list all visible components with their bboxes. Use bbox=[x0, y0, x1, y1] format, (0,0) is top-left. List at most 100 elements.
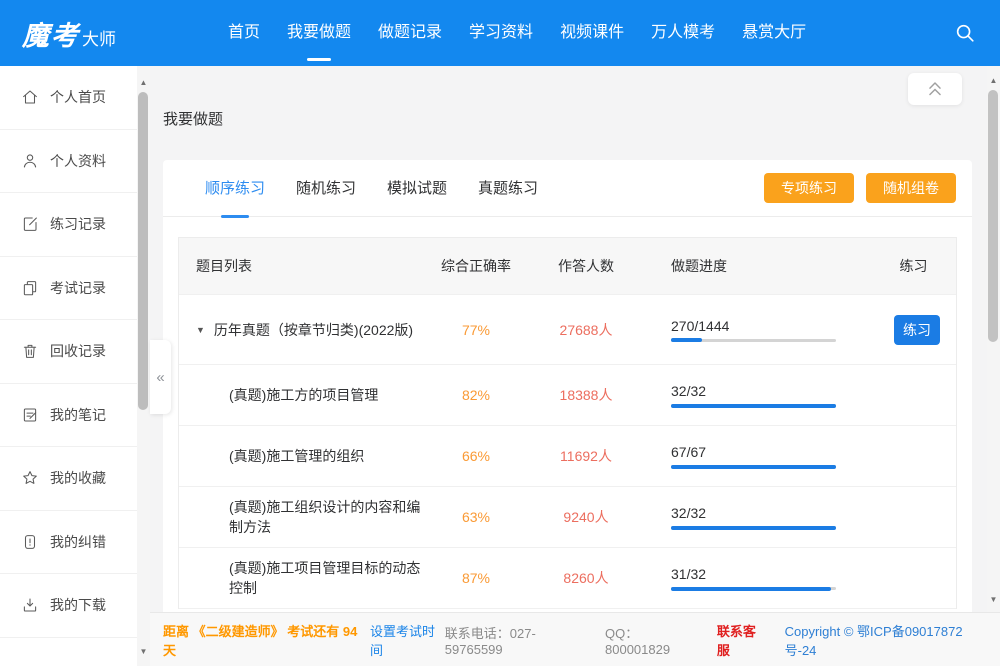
sidebar-item-label: 我的笔记 bbox=[50, 405, 106, 425]
progress-cell: 31/32 bbox=[641, 566, 871, 590]
tab-random-practice[interactable]: 随机练习 bbox=[296, 160, 356, 217]
nav-item-study-materials[interactable]: 学习资料 bbox=[469, 0, 533, 66]
scroll-down-arrow-icon[interactable]: ▼ bbox=[987, 593, 1000, 606]
progress-bar bbox=[671, 339, 836, 342]
sidebar-item-label: 我的收藏 bbox=[50, 468, 106, 488]
tab-mock-questions[interactable]: 模拟试题 bbox=[387, 160, 447, 217]
sidebar-item-my-corrections[interactable]: 我的纠错 bbox=[0, 511, 137, 575]
nav-item-question-records[interactable]: 做题记录 bbox=[378, 0, 442, 66]
top-navigation-bar: 魔考 大师 首页 我要做题 做题记录 学习资料 视频课件 万人模考 悬赏大厅 bbox=[0, 0, 1000, 66]
note-icon bbox=[21, 406, 39, 424]
column-header-accuracy: 综合正确率 bbox=[421, 256, 531, 276]
sidebar-item-personal-home[interactable]: 个人首页 bbox=[0, 66, 137, 130]
sidebar-item-profile[interactable]: 个人资料 bbox=[0, 130, 137, 194]
progress-label: 67/67 bbox=[671, 444, 871, 460]
sidebar: 个人首页 个人资料 练习记录 考试记录 回收记录 我的笔记 我的收藏 我的纠错 … bbox=[0, 66, 137, 666]
star-icon bbox=[21, 469, 39, 487]
contact-phone-text: 联系电话：027-59765599 bbox=[445, 623, 587, 657]
main-nav: 首页 我要做题 做题记录 学习资料 视频课件 万人模考 悬赏大厅 bbox=[228, 0, 806, 66]
alert-icon bbox=[21, 533, 39, 551]
search-icon[interactable] bbox=[952, 20, 978, 46]
sidebar-item-label: 回收记录 bbox=[50, 341, 106, 361]
nav-item-do-questions[interactable]: 我要做题 bbox=[287, 0, 351, 66]
nav-item-reward-hall[interactable]: 悬赏大厅 bbox=[742, 0, 806, 66]
sidebar-item-my-favorites[interactable]: 我的收藏 bbox=[0, 447, 137, 511]
sidebar-item-label: 我的下载 bbox=[50, 595, 106, 615]
page-title: 我要做题 bbox=[163, 108, 223, 129]
column-header-practice: 练习 bbox=[871, 256, 956, 276]
question-list-table: 题目列表 综合正确率 作答人数 做题进度 练习 ▼ 历年真题（按章节归类)(20… bbox=[178, 237, 957, 609]
row-title-expandable[interactable]: ▼ 历年真题（按章节归类)(2022版) bbox=[179, 320, 421, 340]
sidebar-item-my-downloads[interactable]: 我的下载 bbox=[0, 574, 137, 638]
scroll-down-arrow-icon[interactable]: ▼ bbox=[137, 645, 150, 658]
person-icon bbox=[21, 152, 39, 170]
sidebar-item-label: 个人首页 bbox=[50, 87, 106, 107]
sidebar-item-label: 练习记录 bbox=[50, 214, 106, 234]
sidebar-scrollbar[interactable]: ▲ ▼ bbox=[137, 66, 150, 666]
row-title-text: (真题)施工组织设计的内容和编制方法 bbox=[179, 497, 421, 537]
copyright-text: Copyright © 鄂ICP备09017872号-24 bbox=[785, 621, 985, 659]
site-logo[interactable]: 魔考 大师 bbox=[22, 14, 116, 53]
answer-count-value: 8260人 bbox=[531, 568, 641, 588]
progress-bar bbox=[671, 404, 836, 407]
page-scrollbar-thumb[interactable] bbox=[988, 90, 998, 342]
table-row: (真题)施工方的项目管理 82% 18388人 32/32 bbox=[179, 365, 956, 426]
home-icon bbox=[21, 88, 39, 106]
sidebar-item-label: 考试记录 bbox=[50, 278, 106, 298]
progress-label: 32/32 bbox=[671, 505, 871, 521]
trash-icon bbox=[21, 342, 39, 360]
caret-down-icon[interactable]: ▼ bbox=[196, 325, 205, 335]
practice-button[interactable]: 练习 bbox=[894, 315, 940, 345]
progress-cell: 270/1444 bbox=[641, 318, 871, 342]
contact-support-link[interactable]: 联系客服 bbox=[717, 621, 767, 659]
chevron-left-double-icon: « bbox=[156, 369, 164, 386]
set-exam-time-link[interactable]: 设置考试时间 bbox=[370, 621, 445, 659]
back-to-top-button[interactable] bbox=[908, 73, 962, 105]
sidebar-item-my-notes[interactable]: 我的笔记 bbox=[0, 384, 137, 448]
progress-label: 31/32 bbox=[671, 566, 871, 582]
scroll-up-arrow-icon[interactable]: ▲ bbox=[137, 76, 150, 89]
nav-item-video-courseware[interactable]: 视频课件 bbox=[560, 0, 624, 66]
practice-card: 顺序练习 随机练习 模拟试题 真题练习 专项练习 随机组卷 题目列表 综合正确率… bbox=[163, 160, 972, 612]
column-header-question-list: 题目列表 bbox=[179, 256, 421, 276]
footer: 距离 《二级建造师》 考试还有 94天 设置考试时间 联系电话：027-5976… bbox=[150, 612, 1000, 666]
sidebar-collapse-button[interactable]: « bbox=[150, 340, 171, 414]
progress-cell: 32/32 bbox=[641, 383, 871, 407]
sidebar-item-exam-records[interactable]: 考试记录 bbox=[0, 257, 137, 321]
table-row: (真题)施工管理的组织 66% 11692人 67/67 bbox=[179, 426, 956, 487]
special-practice-button[interactable]: 专项练习 bbox=[764, 173, 854, 203]
row-title-text: 历年真题（按章节归类)(2022版) bbox=[214, 320, 413, 340]
progress-cell: 67/67 bbox=[641, 444, 871, 468]
practice-tabs: 顺序练习 随机练习 模拟试题 真题练习 专项练习 随机组卷 bbox=[163, 160, 972, 217]
progress-bar bbox=[671, 526, 836, 529]
table-row: ▼ 历年真题（按章节归类)(2022版) 77% 27688人 270/1444… bbox=[179, 295, 956, 365]
accuracy-value: 87% bbox=[421, 570, 531, 586]
logo-brand-text: 魔考 bbox=[22, 14, 80, 53]
row-title-text: (真题)施工管理的组织 bbox=[179, 446, 421, 466]
page-scrollbar[interactable]: ▲ ▼ bbox=[987, 66, 1000, 612]
progress-bar bbox=[671, 465, 836, 468]
sidebar-scrollbar-thumb[interactable] bbox=[138, 92, 148, 410]
nav-item-home[interactable]: 首页 bbox=[228, 0, 260, 66]
chevron-up-double-icon bbox=[923, 78, 947, 100]
scroll-up-arrow-icon[interactable]: ▲ bbox=[987, 74, 1000, 87]
edit-square-icon bbox=[21, 215, 39, 233]
tab-sequential-practice[interactable]: 顺序练习 bbox=[205, 160, 265, 217]
progress-label: 270/1444 bbox=[671, 318, 871, 334]
tab-real-questions[interactable]: 真题练习 bbox=[478, 160, 538, 217]
sidebar-item-label: 我的纠错 bbox=[50, 532, 106, 552]
answer-count-value: 18388人 bbox=[531, 385, 641, 405]
nav-item-mock-exam[interactable]: 万人模考 bbox=[651, 0, 715, 66]
progress-cell: 32/32 bbox=[641, 505, 871, 529]
sidebar-item-practice-records[interactable]: 练习记录 bbox=[0, 193, 137, 257]
table-row: (真题)施工组织设计的内容和编制方法 63% 9240人 32/32 bbox=[179, 487, 956, 548]
row-title-text: (真题)施工方的项目管理 bbox=[179, 385, 421, 405]
table-row: (真题)施工项目管理目标的动态控制 87% 8260人 31/32 bbox=[179, 548, 956, 609]
copy-documents-icon bbox=[21, 279, 39, 297]
column-header-progress: 做题进度 bbox=[641, 256, 871, 276]
progress-label: 32/32 bbox=[671, 383, 871, 399]
random-paper-button[interactable]: 随机组卷 bbox=[866, 173, 956, 203]
sidebar-item-recycle-records[interactable]: 回收记录 bbox=[0, 320, 137, 384]
accuracy-value: 66% bbox=[421, 448, 531, 464]
download-icon bbox=[21, 596, 39, 614]
